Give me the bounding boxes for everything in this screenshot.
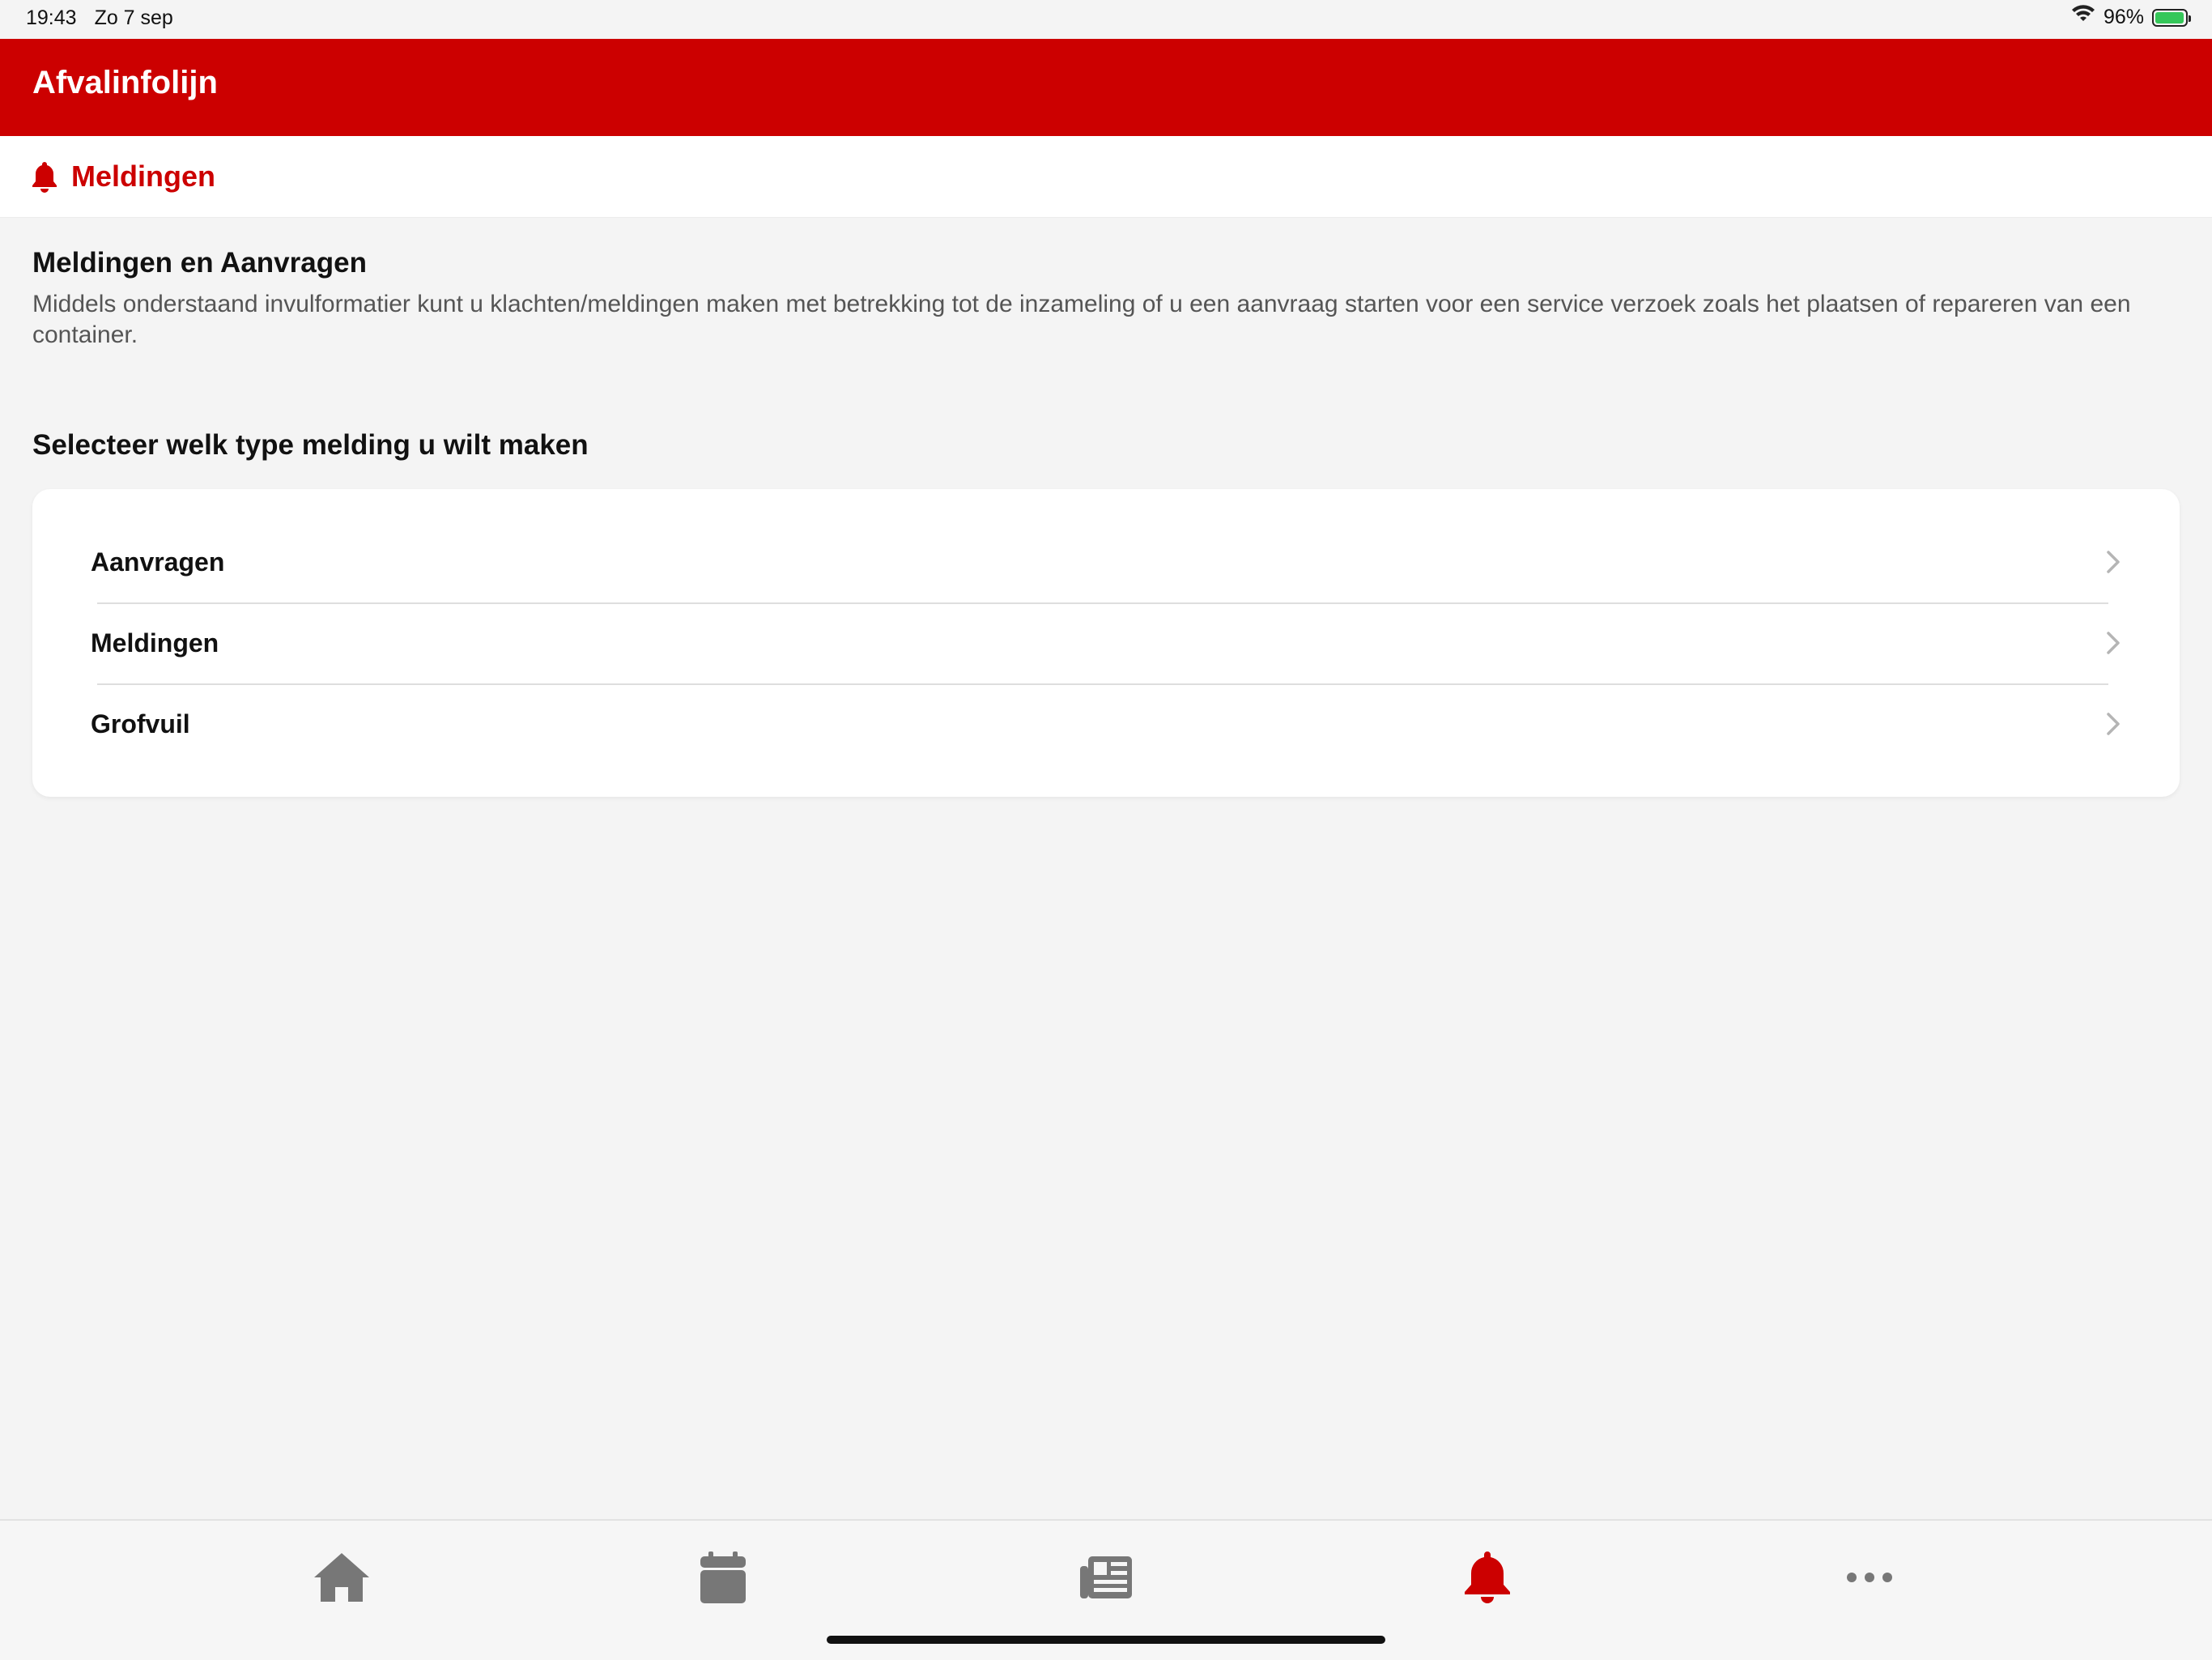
intro-description: Middels onderstaand invulformatier kunt …	[32, 291, 2131, 348]
wifi-icon	[2071, 5, 2095, 30]
select-title: Selecteer welk type melding u wilt maken	[32, 429, 589, 461]
tab-calendar[interactable]	[691, 1545, 755, 1610]
section-title: Meldingen	[71, 160, 215, 193]
status-bar: 19:43 Zo 7 sep 96%	[0, 0, 2212, 39]
option-label: Aanvragen	[91, 547, 225, 577]
option-label: Grofvuil	[91, 709, 190, 738]
battery-charging-icon	[2152, 8, 2191, 27]
calendar-icon	[700, 1551, 746, 1603]
chevron-right-icon	[2104, 547, 2123, 577]
option-grofvuil[interactable]: Grofvuil	[91, 685, 2120, 766]
option-label: Meldingen	[91, 628, 219, 658]
app-title: Afvalinfolijn	[32, 65, 218, 100]
options-card: Aanvragen Meldingen Grofvuil	[32, 489, 2180, 797]
battery-percent: 96%	[2103, 6, 2144, 28]
chevron-right-icon	[2104, 709, 2123, 738]
section-header: Meldingen	[0, 136, 2212, 218]
newspaper-icon	[1080, 1556, 1132, 1598]
tab-more[interactable]	[1837, 1545, 1902, 1610]
option-meldingen[interactable]: Meldingen	[91, 604, 2120, 685]
status-date: Zo 7 sep	[94, 6, 173, 29]
tab-notifications[interactable]	[1455, 1545, 1520, 1610]
tab-home[interactable]	[309, 1545, 374, 1610]
intro-heading: Meldingen en Aanvragen	[32, 247, 367, 279]
intro-block: Meldingen en Aanvragen Middels onderstaa…	[32, 247, 2170, 351]
option-aanvragen[interactable]: Aanvragen	[91, 523, 2120, 604]
home-indicator	[827, 1636, 1385, 1644]
app-header: Afvalinfolijn	[0, 39, 2212, 136]
home-icon	[314, 1553, 369, 1602]
bell-icon	[1465, 1551, 1510, 1603]
status-time: 19:43	[26, 6, 77, 29]
more-icon	[1847, 1573, 1892, 1582]
bell-icon	[31, 160, 58, 193]
tab-news[interactable]	[1074, 1545, 1138, 1610]
chevron-right-icon	[2104, 628, 2123, 658]
